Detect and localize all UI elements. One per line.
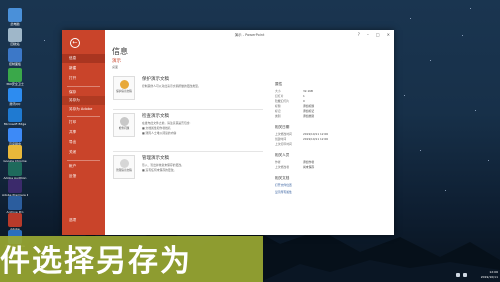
browser-icon (8, 108, 22, 122)
section-bullet: ■ 文档属性和作者姓名 (142, 126, 171, 130)
protect-section: 保护演示文稿 保护演示文稿 控制其他人可以对此演示文稿所做的更改类型。 (113, 76, 263, 106)
premiere-icon (8, 179, 22, 193)
adobe-icon (8, 213, 22, 227)
shield-icon (8, 68, 22, 82)
desktop-icon-archive[interactable]: Archive Pro (2, 196, 28, 214)
sidebar-item-export[interactable]: 导出 (62, 138, 105, 147)
inspect-icon (119, 117, 129, 126)
property-row[interactable]: 标记 添加标记 (275, 109, 387, 113)
section-description: 控制其他人可以对此演示文稿所做的更改类型。 (142, 84, 201, 88)
check-issues-button[interactable]: 检查问题 (113, 113, 135, 137)
section-divider (113, 151, 263, 152)
sidebar-item-share[interactable]: 共享 (62, 128, 105, 137)
property-row[interactable]: 标题 添加标题 (275, 104, 387, 108)
sidebar-item-save-as[interactable]: 另存为 (62, 96, 105, 105)
system-tray: 12:06 2019/10/11 (440, 266, 500, 282)
desktop-icon-chrome[interactable]: Google Chrome (2, 145, 28, 163)
section-description: 签入、签出并恢复未保存的更改。 (142, 163, 184, 167)
properties-heading[interactable]: 属性 (275, 82, 282, 87)
desktop-icon-control-panel[interactable]: 控制面板 (2, 48, 28, 66)
maximize-button[interactable]: □ (376, 32, 380, 37)
computer-icon (8, 8, 22, 22)
manage-presentation-button[interactable]: 管理演示文稿 (113, 155, 135, 179)
archive-icon (8, 196, 22, 210)
desktop-icons: 此电脑 回收站 控制面板 360安全卫士 腾讯QQ Microsoft Edge… (0, 8, 30, 248)
sidebar-divider (67, 86, 100, 87)
close-button[interactable]: ✕ (387, 32, 390, 37)
protect-presentation-button[interactable]: 保护演示文稿 (113, 76, 135, 100)
audition-icon (8, 162, 22, 176)
sidebar-item-close[interactable]: 关闭 (62, 148, 105, 157)
desktop-icon-audition[interactable]: Adobe Audition (2, 162, 28, 180)
property-row: 幻灯片 1 (275, 94, 305, 98)
section-bullet: ■ 没有任何未保存的更改。 (142, 168, 177, 172)
sidebar-item-print[interactable]: 打印 (62, 118, 105, 127)
network-icon[interactable] (456, 273, 460, 277)
property-row: 隐藏幻灯片 0 (275, 99, 305, 103)
document-icon (119, 159, 129, 168)
clock-time[interactable]: 12:06 (489, 270, 498, 274)
sidebar-divider (67, 160, 100, 161)
volume-icon[interactable] (463, 273, 467, 277)
help-button[interactable]: ? (358, 32, 360, 37)
people-row: 上次修改者 尚未保存 (275, 165, 315, 169)
date-row: 上次修改时间 2019/10/11 12:06 (275, 132, 329, 136)
qq-icon (8, 88, 22, 102)
section-title: 管理演示文稿 (142, 156, 169, 161)
inspect-section: 检查问题 检查演示文稿 在发布此文件之前，请注意其是否包含: ■ 文档属性和作者… (113, 113, 263, 149)
property-row: 大小 32.1KB (275, 89, 313, 93)
page-title: 信息 (112, 47, 128, 56)
sidebar-item-save-as-adobe[interactable]: 另存为 Adobe (62, 105, 105, 114)
clock-date[interactable]: 2019/10/11 (481, 275, 498, 279)
desktop-icon-recycle-bin[interactable]: 回收站 (2, 28, 28, 46)
desktop-icon-360[interactable]: 360安全卫士 (2, 68, 28, 86)
control-panel-icon (8, 48, 22, 62)
sidebar-item-options[interactable]: 选项 (62, 216, 105, 225)
window-controls: ? – □ ✕ (358, 32, 390, 37)
desktop-icon-baidu[interactable]: 百度网盘 (2, 128, 28, 146)
lock-icon (119, 80, 129, 89)
desktop-icon-adobe[interactable]: Adobe (2, 213, 28, 231)
property-row[interactable]: 类别 添加类别 (275, 114, 387, 118)
desktop-icon-edge[interactable]: Microsoft Edge (2, 108, 28, 126)
sidebar-item-account[interactable]: 帐户 (62, 162, 105, 171)
show-all-properties-link[interactable]: 显示所有属性 (275, 190, 292, 194)
sidebar-item-feedback[interactable]: 反馈 (62, 172, 105, 181)
powerpoint-window: 演示 - PowerPoint ? – □ ✕ ← 信息 新建 打开 保存 另存… (62, 30, 394, 235)
chrome-icon (8, 145, 22, 159)
section-description: 在发布此文件之前，请注意其是否包含: (142, 121, 191, 125)
related-docs-heading: 相关文档 (275, 176, 290, 180)
sidebar-item-info[interactable]: 信息 (62, 54, 105, 63)
cloud-drive-icon (8, 128, 22, 142)
desktop-icon-qq[interactable]: 腾讯QQ (2, 88, 28, 106)
section-bullet: ■ 残障人士难以阅读的内容 (142, 131, 177, 135)
document-path[interactable]: 桌面 (112, 65, 118, 69)
related-dates-heading: 相关日期 (275, 125, 290, 129)
backstage-sidebar: ← 信息 新建 打开 保存 另存为 另存为 Adobe 打印 共享 导出 关闭 … (62, 30, 105, 235)
desktop-icon-premiere[interactable]: Adobe Premiere Pro (2, 179, 28, 197)
open-file-location-link[interactable]: 打开文件位置 (275, 183, 292, 187)
sidebar-item-open[interactable]: 打开 (62, 74, 105, 83)
desktop-icon-this-pc[interactable]: 此电脑 (2, 8, 28, 26)
recycle-bin-icon (8, 28, 22, 42)
video-subtitle: 件选择另存为 (0, 244, 192, 279)
sidebar-divider (67, 116, 100, 117)
minimize-button[interactable]: – (367, 32, 369, 37)
manage-section: 管理演示文稿 管理演示文稿 签入、签出并恢复未保存的更改。 ■ 没有任何未保存的… (113, 155, 263, 185)
people-row[interactable]: 作者 添加作者 (275, 160, 387, 164)
date-row: 上次打印时间 (275, 142, 292, 146)
section-title: 保护演示文稿 (142, 77, 169, 82)
section-title: 检查演示文稿 (142, 114, 169, 119)
related-people-heading: 相关人员 (275, 153, 290, 157)
back-button[interactable]: ← (70, 38, 80, 48)
sidebar-item-new[interactable]: 新建 (62, 64, 105, 73)
info-pane: 信息 演示 桌面 保护演示文稿 保护演示文稿 控制其他人可以对此演示文稿所做的更… (105, 40, 394, 235)
window-title: 演示 - PowerPoint (234, 33, 265, 37)
date-row: 创建时间 2019/10/11 12:06 (275, 137, 329, 141)
document-name: 演示 (112, 59, 121, 64)
section-divider (113, 109, 263, 110)
